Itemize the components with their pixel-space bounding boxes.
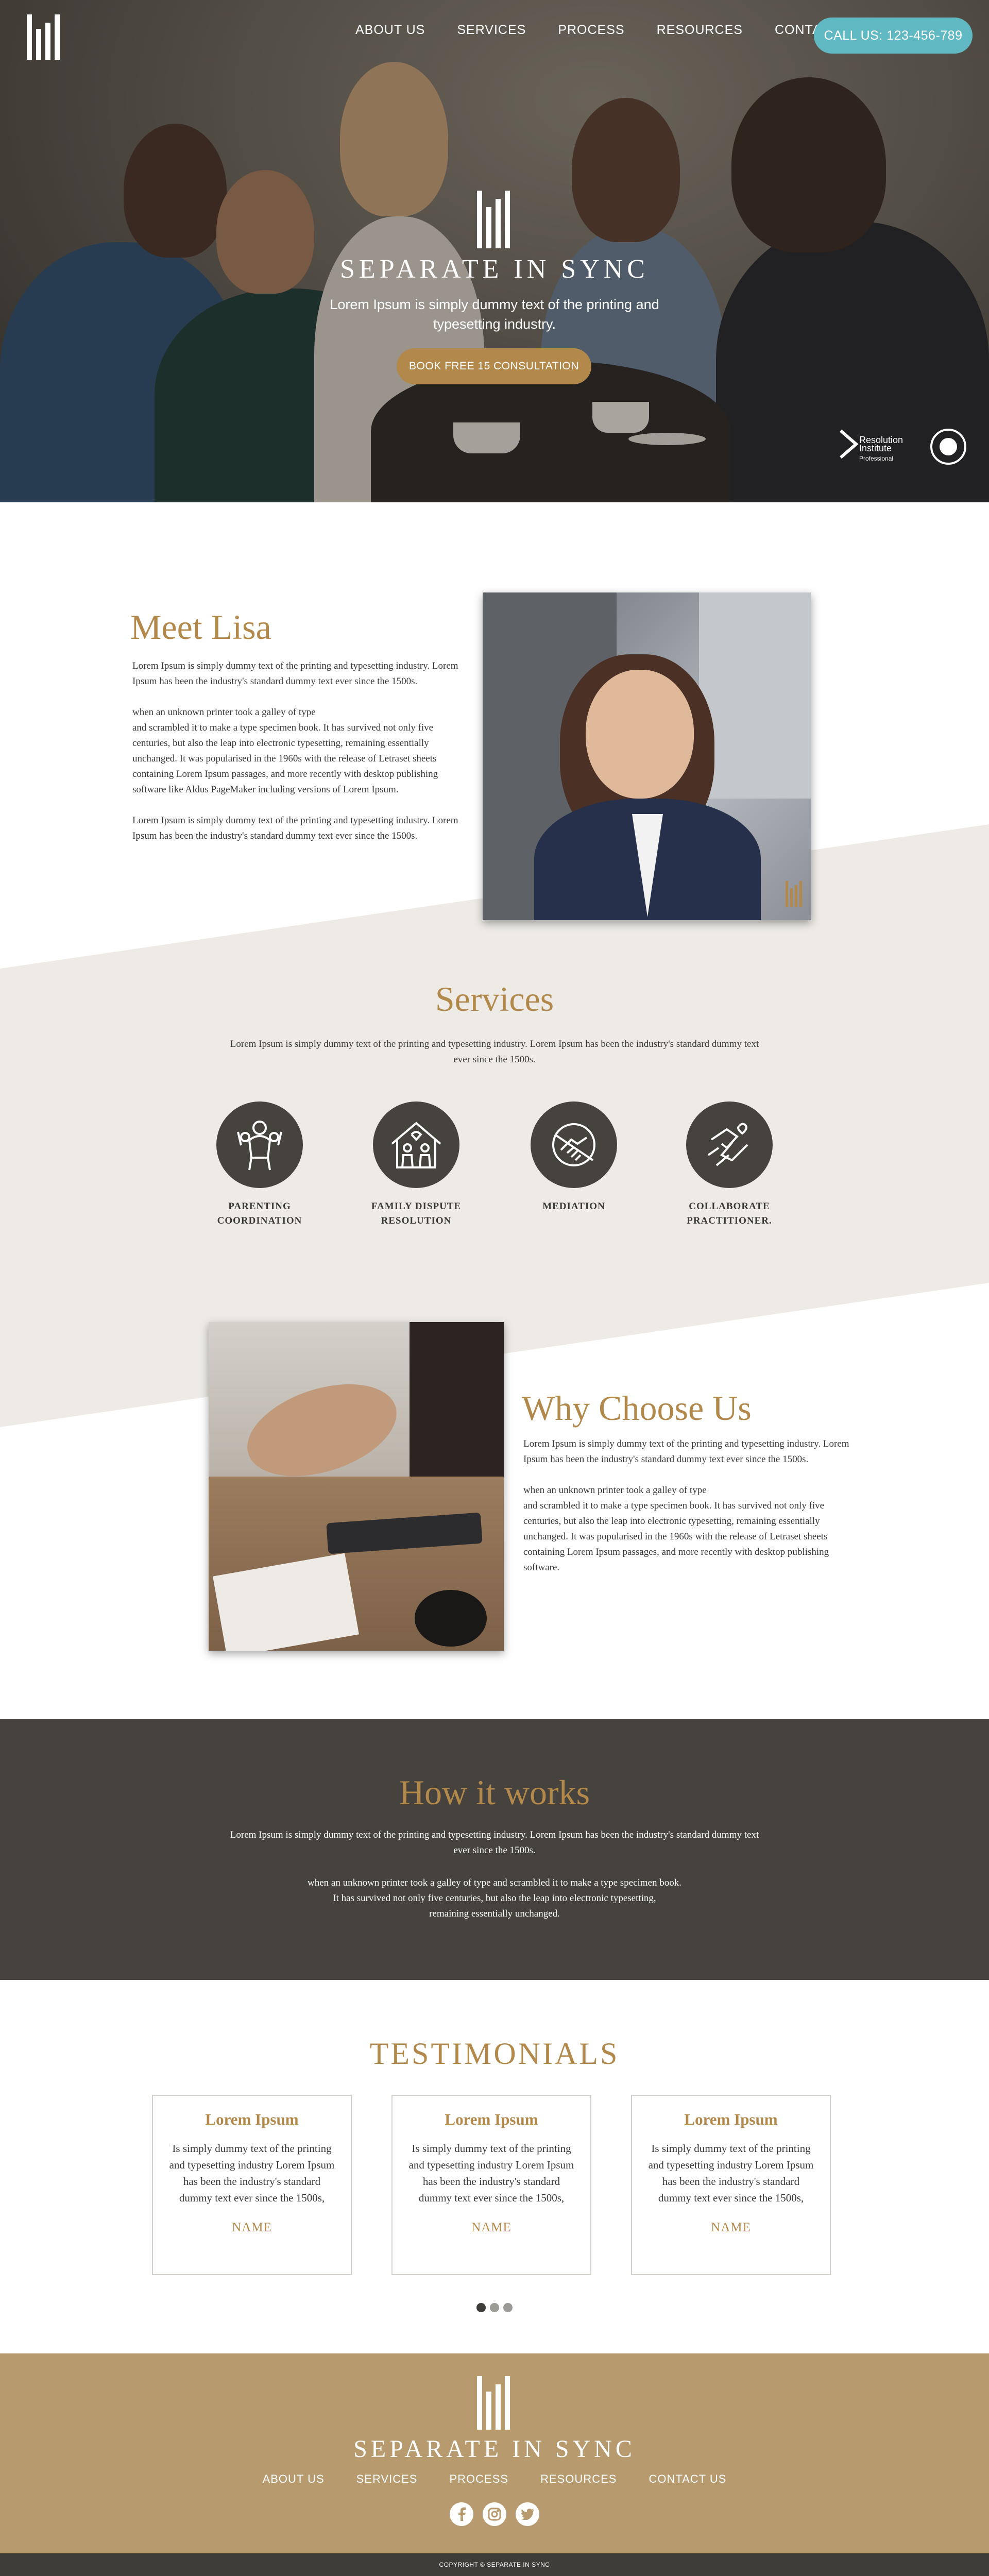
why-paragraph-2-line1: when an unknown printer took a galley of… <box>523 1485 707 1496</box>
testimonial-name: NAME <box>232 2221 272 2234</box>
services-title: Services <box>435 979 554 1019</box>
service-label-line1: COLLABORATE <box>689 1201 770 1212</box>
service-collaborate-practitioner[interactable]: COLLABORATE PRACTITIONER. <box>662 1101 796 1228</box>
footer-nav-about-us[interactable]: ABOUT US <box>263 2472 325 2486</box>
footer-brand-name: SEPARATE IN SYNC <box>353 2435 636 2463</box>
facebook-icon[interactable] <box>450 2502 473 2526</box>
accreditation-seal-icon <box>930 429 966 465</box>
family-icon <box>216 1101 303 1188</box>
service-label-line1: FAMILY DISPUTE <box>371 1201 462 1212</box>
meet-paragraph-3: Lorem Ipsum is simply dummy text of the … <box>132 815 458 841</box>
photo-watermark-logo <box>786 881 802 907</box>
testimonial-body: Is simply dummy text of the printing and… <box>648 2142 814 2204</box>
how-paragraph-1: Lorem Ipsum is simply dummy text of the … <box>230 1829 759 1856</box>
service-label-line2: COORDINATION <box>217 1215 302 1226</box>
testimonial-name: NAME <box>711 2221 751 2234</box>
twitter-icon[interactable] <box>516 2502 539 2526</box>
footer-nav-resources[interactable]: RESOURCES <box>540 2472 617 2486</box>
why-choose-us-image <box>209 1322 504 1651</box>
carousel-dot-1[interactable] <box>476 2303 486 2312</box>
call-us-button[interactable]: CALL US: 123-456-789 <box>814 18 973 54</box>
footer-logo[interactable] <box>477 2376 510 2430</box>
testimonial-body: Is simply dummy text of the printing and… <box>169 2142 335 2204</box>
hero-title: SEPARATE IN SYNC <box>340 255 649 284</box>
testimonial-title: Lorem Ipsum <box>684 2110 778 2128</box>
service-label-line1: MEDIATION <box>542 1201 605 1212</box>
hero-logo <box>477 191 510 248</box>
badge-line3: Professional <box>859 455 894 462</box>
carousel-dot-3[interactable] <box>503 2303 513 2312</box>
meet-title: Meet Lisa <box>130 607 271 647</box>
meet-paragraph-1: Lorem Ipsum is simply dummy text of the … <box>132 660 458 687</box>
hero-section: ABOUT US SERVICES PROCESS RESOURCES CONT… <box>0 0 989 502</box>
book-consultation-button[interactable]: BOOK FREE 15 CONSULTATION <box>397 348 591 384</box>
how-title: How it works <box>399 1773 590 1812</box>
nav-process[interactable]: PROCESS <box>558 23 624 38</box>
why-text: Lorem Ipsum is simply dummy text of the … <box>523 1436 856 1575</box>
service-label-line2: PRACTITIONER. <box>687 1215 772 1226</box>
heart-hands-icon <box>686 1101 773 1188</box>
how-line-2: It has survived not only five centuries,… <box>333 1893 656 1904</box>
service-family-dispute-resolution[interactable]: FAMILY DISPUTE RESOLUTION <box>349 1101 483 1228</box>
service-parenting-coordination[interactable]: PARENTING COORDINATION <box>193 1101 327 1228</box>
house-family-icon <box>373 1101 459 1188</box>
footer-nav-process[interactable]: PROCESS <box>449 2472 508 2486</box>
lisa-portrait-image <box>483 592 811 920</box>
footer-nav: ABOUT US SERVICES PROCESS RESOURCES CONT… <box>0 2472 989 2486</box>
badge-line2: Institute <box>859 443 892 453</box>
meet-paragraph-2-line1: when an unknown printer took a galley of… <box>132 707 316 718</box>
site-logo[interactable] <box>27 14 60 60</box>
handshake-icon <box>531 1101 617 1188</box>
testimonial-name: NAME <box>471 2221 511 2234</box>
service-label-line2: RESOLUTION <box>381 1215 452 1226</box>
carousel-dot-2[interactable] <box>490 2303 499 2312</box>
nav-resources[interactable]: RESOURCES <box>657 23 743 38</box>
meet-text: Lorem Ipsum is simply dummy text of the … <box>132 658 462 844</box>
nav-services[interactable]: SERVICES <box>457 23 526 38</box>
service-label-line1: PARENTING <box>228 1201 291 1212</box>
copyright-bar: COPYRIGHT © SEPARATE IN SYNC <box>0 2553 989 2576</box>
footer-nav-services[interactable]: SERVICES <box>356 2472 418 2486</box>
testimonial-title: Lorem Ipsum <box>205 2110 299 2128</box>
meet-paragraph-2: and scrambled it to make a type specimen… <box>132 722 438 795</box>
testimonial-card: Lorem Ipsum Is simply dummy text of the … <box>631 2095 831 2275</box>
testimonials-title: TESTIMONIALS <box>369 2037 620 2071</box>
service-mediation[interactable]: MEDIATION <box>507 1101 641 1214</box>
resolution-institute-badge: Resolution Institute Professional <box>839 429 916 470</box>
how-paragraph-2: when an unknown printer took a galley of… <box>155 1875 834 1922</box>
resolution-institute-icon <box>840 429 859 459</box>
footer-nav-contact-us[interactable]: CONTACT US <box>649 2472 726 2486</box>
how-line-3: remaining essentially unchanged. <box>429 1908 560 1919</box>
testimonial-card: Lorem Ipsum Is simply dummy text of the … <box>152 2095 352 2275</box>
instagram-icon[interactable] <box>483 2502 506 2526</box>
testimonial-title: Lorem Ipsum <box>445 2110 538 2128</box>
why-title: Why Choose Us <box>522 1388 752 1428</box>
services-intro: Lorem Ipsum is simply dummy text of the … <box>230 1039 759 1065</box>
hero-subtitle: Lorem Ipsum is simply dummy text of the … <box>330 297 659 332</box>
how-line-1: when an unknown printer took a galley of… <box>307 1877 682 1888</box>
nav-about-us[interactable]: ABOUT US <box>355 23 425 38</box>
why-paragraph-2: and scrambled it to make a type specimen… <box>523 1500 829 1573</box>
testimonial-card: Lorem Ipsum Is simply dummy text of the … <box>391 2095 591 2275</box>
testimonial-body: Is simply dummy text of the printing and… <box>408 2142 574 2204</box>
why-paragraph-1: Lorem Ipsum is simply dummy text of the … <box>523 1438 849 1465</box>
